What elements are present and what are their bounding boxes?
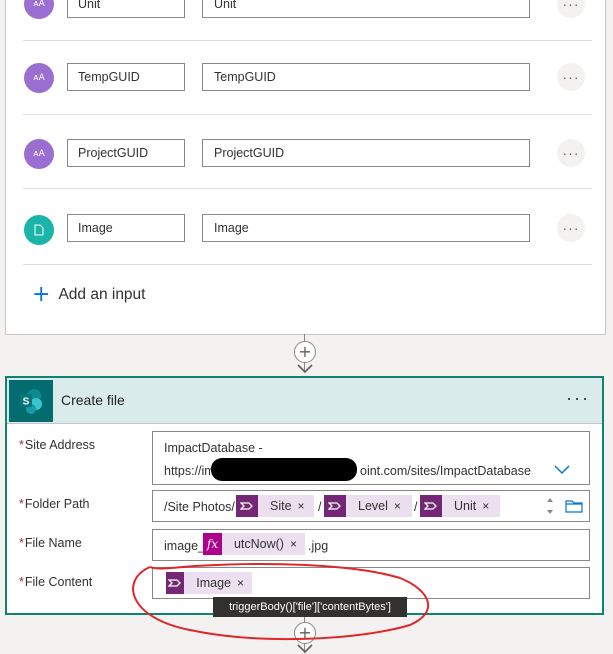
field-label-text: Folder Path — [24, 497, 90, 511]
power-automate-icon — [236, 495, 258, 517]
input-row-projectguid: ᴀA ProjectGUID ProjectGUID ··· — [6, 115, 605, 189]
input-name-field[interactable]: ProjectGUID — [67, 139, 185, 167]
input-row-tempguid: ᴀA TempGUID TempGUID ··· — [6, 41, 605, 115]
action-title: Create file — [61, 392, 125, 408]
token-label: Unit — [454, 499, 477, 513]
field-label-text: File Name — [24, 536, 82, 550]
more-options-button[interactable]: ··· — [557, 214, 585, 242]
token-remove-icon[interactable]: × — [482, 499, 497, 513]
site-address-line1: ImpactDatabase - — [164, 441, 263, 455]
text-input-icon: ᴀA — [24, 63, 54, 93]
input-value-field[interactable]: ProjectGUID — [202, 139, 530, 167]
field-label-text: Site Address — [24, 438, 96, 452]
power-automate-icon — [420, 495, 442, 517]
insert-step-button[interactable]: + — [294, 341, 316, 363]
input-name-field[interactable]: Image — [67, 214, 185, 242]
power-automate-icon — [324, 495, 346, 517]
input-row-unit: ᴀA Unit Unit ··· — [6, 0, 605, 41]
path-separator: / — [318, 500, 322, 514]
action-more-button[interactable]: ··· — [566, 388, 590, 409]
token-remove-icon[interactable]: × — [298, 499, 313, 513]
token-label: Site — [270, 499, 292, 513]
input-value-field[interactable]: Image — [202, 214, 530, 242]
token-remove-icon[interactable]: × — [237, 576, 252, 590]
folder-path-prefix: /Site Photos/ — [164, 500, 235, 514]
scroll-arrows-icon[interactable] — [545, 494, 555, 518]
required-marker: * — [19, 438, 24, 452]
svg-text:S: S — [23, 397, 30, 408]
sharepoint-icon: S — [9, 380, 53, 422]
folder-path-label: *Folder Path — [19, 497, 90, 511]
path-separator: / — [414, 500, 418, 514]
chevron-down-icon[interactable] — [554, 465, 570, 475]
site-address-url-end: oint.com/sites/ImpactDatabase — [360, 464, 531, 478]
power-automate-icon — [166, 572, 185, 594]
token-remove-icon[interactable]: × — [290, 537, 305, 551]
dynamic-token-image[interactable]: Image × — [166, 572, 252, 594]
redaction-block — [211, 458, 357, 481]
file-input-icon — [24, 215, 54, 245]
divider — [23, 264, 592, 265]
site-address-label: *Site Address — [19, 438, 95, 452]
text-input-icon: ᴀA — [24, 139, 54, 169]
token-label: utcNow() — [233, 537, 284, 551]
expression-token-utcnow[interactable]: fx utcNow() × — [203, 533, 305, 555]
arrow-down-icon — [297, 364, 313, 374]
dynamic-token-level[interactable]: Level × — [324, 495, 412, 517]
site-address-url-start: https://im — [164, 464, 215, 478]
required-marker: * — [19, 497, 24, 511]
add-input-button[interactable]: + Add an input — [32, 282, 146, 307]
token-remove-icon[interactable]: × — [394, 499, 409, 513]
trigger-card: ᴀA Unit Unit ··· ᴀA TempGUID TempGUID ··… — [5, 0, 606, 335]
add-input-label: Add an input — [58, 286, 146, 303]
file-content-input[interactable]: Image × — [152, 567, 590, 599]
file-name-input[interactable]: image_ fx utcNow() × .jpg — [152, 529, 590, 561]
file-name-prefix: image_ — [164, 539, 205, 553]
more-options-button[interactable]: ··· — [557, 63, 585, 91]
token-label: Image — [196, 576, 231, 590]
file-name-suffix: .jpg — [308, 539, 329, 553]
folder-icon[interactable] — [565, 499, 583, 513]
divider — [23, 188, 592, 189]
input-name-field[interactable]: Unit — [67, 0, 185, 18]
action-header[interactable]: S Create file ··· — [7, 378, 602, 424]
input-value-field[interactable]: TempGUID — [202, 63, 530, 91]
plus-icon: + — [32, 282, 51, 307]
dynamic-token-unit[interactable]: Unit × — [420, 495, 500, 517]
field-label-text: File Content — [24, 575, 93, 589]
file-content-label: *File Content — [19, 575, 92, 589]
required-marker: * — [19, 575, 24, 589]
more-options-button[interactable]: ··· — [557, 139, 585, 167]
required-marker: * — [19, 536, 24, 550]
token-label: Level — [358, 499, 388, 513]
more-options-button[interactable]: ··· — [557, 0, 585, 18]
input-value-field[interactable]: Unit — [202, 0, 530, 18]
insert-step-button[interactable]: + — [294, 622, 316, 644]
folder-path-input[interactable]: /Site Photos/ Site × / Level × / Unit × — [152, 490, 590, 522]
text-input-icon: ᴀA — [24, 0, 54, 19]
input-name-field[interactable]: TempGUID — [67, 63, 185, 91]
action-card-create-file: S Create file ··· *Site Address ImpactDa… — [5, 376, 604, 615]
dynamic-token-site[interactable]: Site × — [236, 495, 314, 517]
fx-icon: fx — [203, 533, 222, 555]
file-name-label: *File Name — [19, 536, 82, 550]
expression-tooltip: triggerBody()['file']['contentBytes'] — [213, 597, 407, 617]
input-row-image: Image Image ··· — [6, 191, 605, 265]
